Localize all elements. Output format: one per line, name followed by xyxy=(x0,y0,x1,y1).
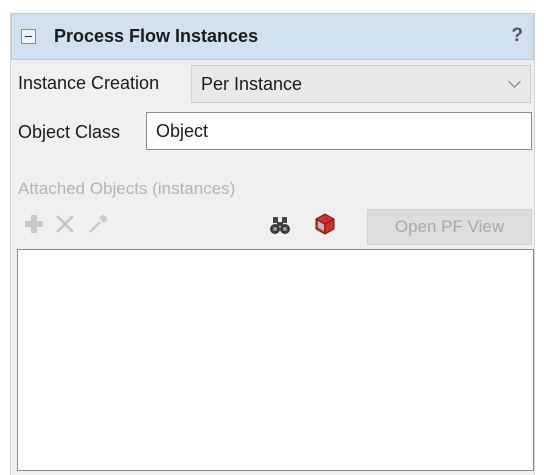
attached-objects-label: Attached Objects (instances) xyxy=(18,179,236,198)
panel-title: Process Flow Instances xyxy=(54,26,259,46)
process-flow-instances-panel: Process Flow Instances ? Instance Creati… xyxy=(10,13,535,475)
object-class-input[interactable]: Object xyxy=(146,112,532,150)
close-icon[interactable] xyxy=(54,213,76,235)
open-pf-view-button[interactable]: Open PF View xyxy=(367,209,532,245)
instance-creation-value: Per Instance xyxy=(201,74,303,94)
object-class-label: Object Class xyxy=(18,122,121,142)
eyedropper-icon[interactable] xyxy=(87,213,109,235)
object-class-value: Object xyxy=(156,121,209,141)
attached-objects-list[interactable] xyxy=(17,249,534,471)
instance-creation-select[interactable]: Per Instance xyxy=(191,65,531,103)
plus-icon[interactable] xyxy=(23,213,45,235)
instance-creation-label: Instance Creation xyxy=(18,73,160,93)
chevron-down-icon xyxy=(508,75,521,88)
panel-header[interactable]: Process Flow Instances ? xyxy=(11,13,534,60)
help-icon[interactable]: ? xyxy=(511,25,523,47)
red-cube-icon[interactable] xyxy=(313,212,337,236)
binoculars-icon[interactable] xyxy=(269,214,291,236)
collapse-icon[interactable] xyxy=(21,29,36,44)
